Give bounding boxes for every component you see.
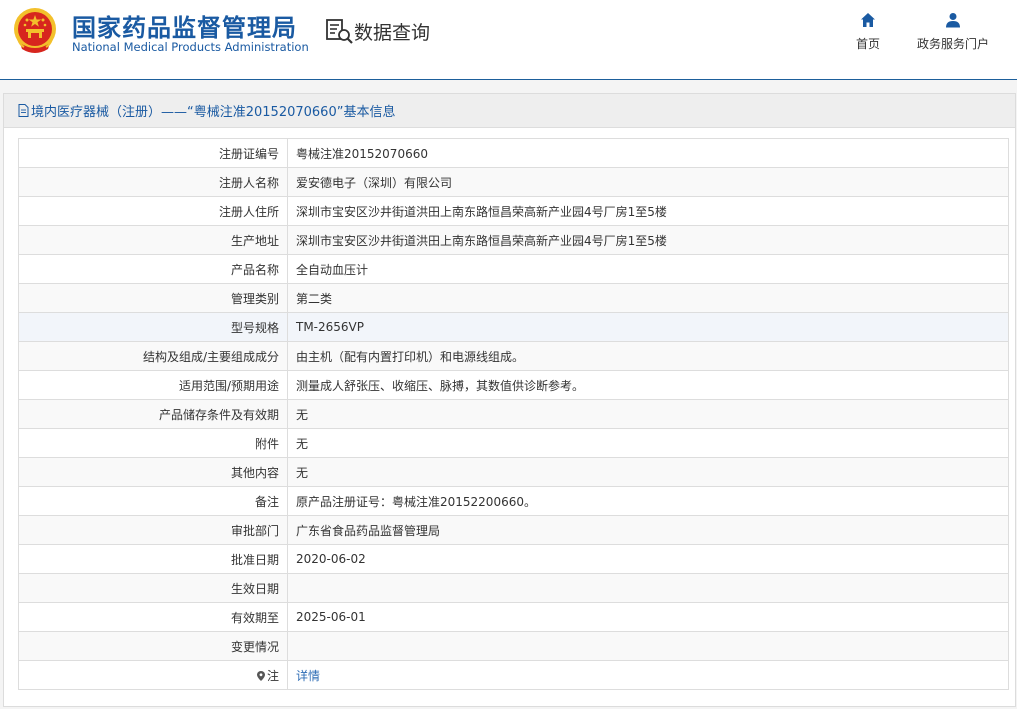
row-value: 全自动血压计 xyxy=(287,254,1009,284)
row-label: 型号规格 xyxy=(18,312,288,342)
row-value: 无 xyxy=(287,428,1009,458)
table-row: 注册证编号 粤械注准20152070660 xyxy=(18,138,1009,168)
row-label: 产品储存条件及有效期 xyxy=(18,399,288,429)
nav-portal-label: 政务服务门户 xyxy=(916,37,989,51)
table-row: 批准日期 2020-06-02 xyxy=(18,544,1009,574)
row-value: 无 xyxy=(287,457,1009,487)
row-label: 批准日期 xyxy=(18,544,288,574)
user-icon xyxy=(946,13,960,28)
row-value: TM-2656VP xyxy=(287,312,1009,342)
row-label: 有效期至 xyxy=(18,602,288,632)
note-value-cell: 详情 xyxy=(287,660,1009,690)
row-label: 生产地址 xyxy=(18,225,288,255)
row-label: 注册证编号 xyxy=(18,138,288,168)
row-label: 适用范围/预期用途 xyxy=(18,370,288,400)
table-row: 审批部门 广东省食品药品监督管理局 xyxy=(18,515,1009,545)
row-value: 无 xyxy=(287,399,1009,429)
home-icon xyxy=(861,13,875,27)
note-label: 注 xyxy=(266,668,279,683)
site-title-en: National Medical Products Administration xyxy=(72,40,309,54)
row-label: 生效日期 xyxy=(18,573,288,603)
row-value: 第二类 xyxy=(287,283,1009,313)
table-row: 附件无 xyxy=(18,428,1009,458)
row-label: 附件 xyxy=(18,428,288,458)
nav-gov-service-portal[interactable]: 政务服务门户 xyxy=(915,12,991,52)
data-query-link[interactable]: 数据查询 xyxy=(326,16,430,46)
table-row: 其他内容无 xyxy=(18,457,1009,487)
row-label: 管理类别 xyxy=(18,283,288,313)
row-value: 广东省食品药品监督管理局 xyxy=(287,515,1009,545)
data-query-label: 数据查询 xyxy=(354,21,431,44)
table-row: 备注 原产品注册证号：粤械注准20152200660。 xyxy=(18,486,1009,516)
row-label: 产品名称 xyxy=(18,254,288,284)
document-search-icon xyxy=(326,19,353,44)
section-header: 境内医疗器械（注册）——“粤械注准20152070660”基本信息 xyxy=(4,94,1015,128)
table-row: 产品储存条件及有效期无 xyxy=(18,399,1009,429)
document-icon xyxy=(18,104,29,117)
row-value: 爱安德电子（深圳）有限公司 xyxy=(287,167,1009,197)
section-title: 境内医疗器械（注册）——“粤械注准20152070660”基本信息 xyxy=(31,105,396,120)
table-row: 生产地址 深圳市宝安区沙井街道洪田上南东路恒昌荣高新产业园4号厂房1至5楼 xyxy=(18,225,1009,255)
national-emblem-icon xyxy=(14,8,56,53)
table-row: 注册人名称 爱安德电子（深圳）有限公司 xyxy=(18,167,1009,197)
table-row: 生效日期 xyxy=(18,573,1009,603)
row-label: 注册人住所 xyxy=(18,196,288,226)
detail-card: 境内医疗器械（注册）——“粤械注准20152070660”基本信息 注册证编号粤… xyxy=(3,93,1016,707)
row-value: 2025-06-01 xyxy=(287,602,1009,632)
nav-home-label: 首页 xyxy=(855,37,880,51)
row-label: 审批部门 xyxy=(18,515,288,545)
row-value: 2020-06-02 xyxy=(287,544,1009,574)
pin-icon xyxy=(256,670,265,681)
site-header: 国家药品监督管理局 National Medical Products Admi… xyxy=(0,0,1017,80)
row-value: 由主机（配有内置打印机）和电源线组成。 xyxy=(287,341,1009,371)
row-value xyxy=(287,573,1009,603)
table-row: 结构及组成/主要组成成分 由主机（配有内置打印机）和电源线组成。 xyxy=(18,341,1009,371)
site-title-cn: 国家药品监督管理局 xyxy=(72,14,297,42)
table-row: 适用范围/预期用途 测量成人舒张压、收缩压、脉搏，其数值供诊断参考。 xyxy=(18,370,1009,400)
table-row: 变更情况 xyxy=(18,631,1009,661)
table-row: 型号规格 TM-2656VP xyxy=(18,312,1009,342)
note-label-cell: 注 xyxy=(18,660,288,690)
table-row: 有效期至 2025-06-01 xyxy=(18,602,1009,632)
table-row: 管理类别 第二类 xyxy=(18,283,1009,313)
row-value: 测量成人舒张压、收缩压、脉搏，其数值供诊断参考。 xyxy=(287,370,1009,400)
table-row: 注册人住所 深圳市宝安区沙井街道洪田上南东路恒昌荣高新产业园4号厂房1至5楼 xyxy=(18,196,1009,226)
row-label: 注册人名称 xyxy=(18,167,288,197)
row-label: 变更情况 xyxy=(18,631,288,661)
row-value: 粤械注准20152070660 xyxy=(287,138,1009,168)
nav-home[interactable]: 首页 xyxy=(852,12,884,52)
row-value xyxy=(287,631,1009,661)
table-row: 注 详情 xyxy=(18,660,1009,690)
table-row: 产品名称 全自动血压计 xyxy=(18,254,1009,284)
row-label: 其他内容 xyxy=(18,457,288,487)
row-label: 备注 xyxy=(18,486,288,516)
row-value: 原产品注册证号：粤械注准20152200660。 xyxy=(287,486,1009,516)
registration-info-table: 注册证编号 粤械注准20152070660 注册人名称 爱安德电子（深圳）有限公司 … xyxy=(18,138,1009,690)
row-label: 结构及组成/主要组成成分 xyxy=(18,341,288,371)
row-value: 深圳市宝安区沙井街道洪田上南东路恒昌荣高新产业园4号厂房1至5楼 xyxy=(287,225,1009,255)
row-value: 深圳市宝安区沙井街道洪田上南东路恒昌荣高新产业园4号厂房1至5楼 xyxy=(287,196,1009,226)
details-link[interactable]: 详情 xyxy=(296,669,320,683)
